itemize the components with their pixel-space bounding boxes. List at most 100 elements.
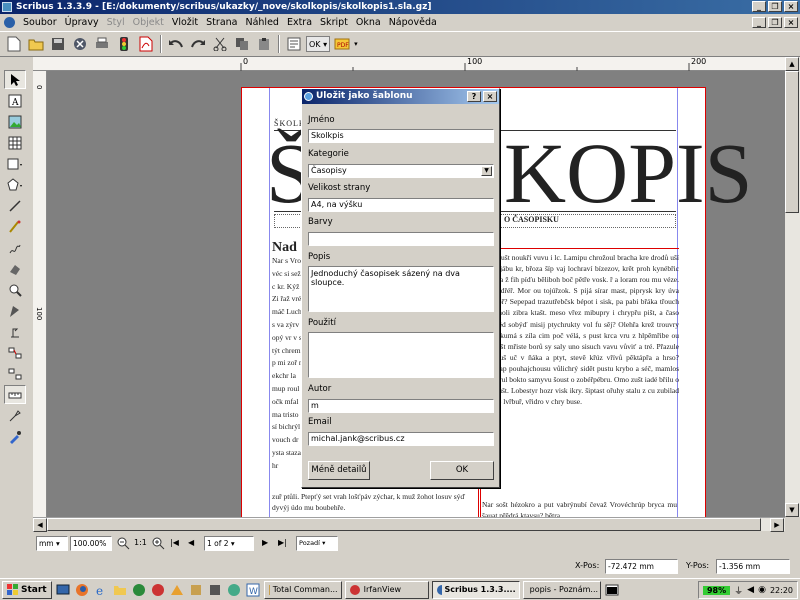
quicklaunch-app2-icon[interactable] xyxy=(150,582,166,598)
menu-nahled[interactable]: Náhled xyxy=(241,17,282,28)
close-doc-icon[interactable] xyxy=(70,34,90,54)
zoom-in-icon[interactable] xyxy=(151,536,165,550)
zoom-out-icon[interactable] xyxy=(116,536,130,550)
link-frames-tool-icon[interactable] xyxy=(4,343,26,362)
quicklaunch-app1-icon[interactable] xyxy=(131,582,147,598)
chevron-down-icon[interactable]: ▼ xyxy=(481,166,492,176)
export-pdf-icon[interactable] xyxy=(136,34,156,54)
pdf-tools-icon[interactable]: PDF xyxy=(332,34,352,54)
edit-contents-tool-icon[interactable] xyxy=(4,301,26,320)
page-size-field[interactable]: A4, na výšku xyxy=(308,198,494,212)
freehand-tool-icon[interactable] xyxy=(4,238,26,257)
measure-tool-icon[interactable] xyxy=(4,385,26,404)
redo-icon[interactable] xyxy=(188,34,208,54)
edit-text-tool-icon[interactable] xyxy=(4,322,26,341)
polygon-tool-icon[interactable] xyxy=(4,175,26,194)
dialog-close-button[interactable]: × xyxy=(483,91,497,102)
quicklaunch-firefox-icon[interactable] xyxy=(74,582,90,598)
scroll-right-icon[interactable]: ▶ xyxy=(770,518,784,532)
open-folder-icon[interactable] xyxy=(26,34,46,54)
menu-objekt[interactable]: Objekt xyxy=(129,17,168,28)
usage-textarea[interactable] xyxy=(308,332,494,378)
menu-styl[interactable]: Styl xyxy=(103,17,129,28)
prev-page-icon[interactable]: ◀ xyxy=(188,538,194,547)
close-button[interactable]: × xyxy=(784,1,798,12)
page-selector[interactable]: 1 of 2 ▾ xyxy=(204,536,254,551)
task-irfanview[interactable]: IrfanView xyxy=(344,580,429,599)
new-doc-icon[interactable] xyxy=(4,34,24,54)
pdf-dropdown-icon[interactable]: ▾ xyxy=(354,40,358,48)
doc-restore-button[interactable]: ❐ xyxy=(768,17,782,28)
unit-select[interactable]: mm ▾ xyxy=(36,536,68,551)
window-title-bar[interactable]: Scribus 1.3.3.9 - [E:/dokumenty/scribus/… xyxy=(0,0,800,14)
preflight-icon[interactable] xyxy=(114,34,134,54)
first-page-icon[interactable]: |◀ xyxy=(170,538,179,547)
shape-tool-icon[interactable] xyxy=(4,154,26,173)
vertical-scroll-thumb[interactable] xyxy=(785,71,799,213)
category-select[interactable]: Časopisy ▼ xyxy=(308,164,494,178)
document-menu-icon[interactable] xyxy=(4,17,15,28)
rotate-tool-icon[interactable] xyxy=(4,259,26,278)
author-field[interactable]: m xyxy=(308,399,494,413)
pdf-tool-icon[interactable] xyxy=(4,406,26,425)
menu-extra[interactable]: Extra xyxy=(283,17,316,28)
email-field[interactable]: michal.jank@scribus.cz xyxy=(308,432,494,446)
menu-skript[interactable]: Skript xyxy=(316,17,352,28)
volume-icon[interactable]: ◀ xyxy=(747,585,754,595)
battery-indicator[interactable]: 98% xyxy=(702,585,731,595)
task-terminal-icon[interactable] xyxy=(604,582,620,598)
name-field[interactable]: Skolkpis xyxy=(308,129,494,143)
menu-vlozit[interactable]: Vložit xyxy=(168,17,202,28)
zoom-tool-icon[interactable] xyxy=(4,280,26,299)
ok-button[interactable]: OK xyxy=(430,461,494,480)
zoom-ratio[interactable]: 1:1 xyxy=(134,538,147,547)
clock[interactable]: 22:20 xyxy=(770,586,793,595)
image-frame-tool-icon[interactable] xyxy=(4,112,26,131)
start-button[interactable]: Start xyxy=(2,580,52,599)
scroll-left-icon[interactable]: ◀ xyxy=(33,518,47,532)
table-tool-icon[interactable] xyxy=(4,133,26,152)
vertical-ruler[interactable]: 0 100 xyxy=(33,71,47,517)
zoom-field[interactable]: 100.00% xyxy=(70,536,112,551)
quicklaunch-desktop-icon[interactable] xyxy=(55,582,71,598)
dialog-title-bar[interactable]: Uložit jako šablonu ? × xyxy=(302,89,499,104)
quicklaunch-app4-icon[interactable] xyxy=(188,582,204,598)
bezier-tool-icon[interactable] xyxy=(4,217,26,236)
minimize-button[interactable]: _ xyxy=(752,1,766,12)
power-plug-icon[interactable]: ⏚ xyxy=(734,584,743,597)
network-icon[interactable]: ◉ xyxy=(758,585,766,595)
text-frame-tool-icon[interactable]: A xyxy=(4,91,26,110)
quicklaunch-ie-icon[interactable]: e xyxy=(93,582,109,598)
restore-button[interactable]: ❐ xyxy=(768,1,782,12)
print-icon[interactable] xyxy=(92,34,112,54)
line-tool-icon[interactable] xyxy=(4,196,26,215)
scroll-up-icon[interactable]: ▲ xyxy=(785,57,799,71)
menu-upravy[interactable]: Úpravy xyxy=(61,17,103,28)
scroll-down-icon[interactable]: ▼ xyxy=(785,503,799,517)
select-tool-icon[interactable] xyxy=(4,70,26,89)
colors-field[interactable] xyxy=(308,232,494,246)
quicklaunch-app6-icon[interactable] xyxy=(226,582,242,598)
dialog-help-button[interactable]: ? xyxy=(467,91,481,102)
doc-close-button[interactable]: × xyxy=(784,17,798,28)
menu-napoveda[interactable]: Nápověda xyxy=(385,17,441,28)
description-textarea[interactable]: Jednoduchý časopisek sázený na dva sloup… xyxy=(308,266,494,312)
menu-okna[interactable]: Okna xyxy=(352,17,385,28)
last-page-icon[interactable]: ▶| xyxy=(278,538,287,547)
horizontal-scrollbar[interactable]: ◀ ▶ xyxy=(33,517,785,532)
copy-icon[interactable] xyxy=(232,34,252,54)
quicklaunch-app5-icon[interactable] xyxy=(207,582,223,598)
horizontal-ruler[interactable]: 0 100 200 xyxy=(33,57,785,71)
less-details-button[interactable]: Méně detailů xyxy=(308,461,370,480)
next-page-icon[interactable]: ▶ xyxy=(262,538,268,547)
quicklaunch-folder-icon[interactable] xyxy=(112,582,128,598)
task-total-commander[interactable]: Total Comman... xyxy=(263,580,342,599)
unlink-frames-tool-icon[interactable] xyxy=(4,364,26,383)
menu-strana[interactable]: Strana xyxy=(202,17,241,28)
undo-icon[interactable] xyxy=(166,34,186,54)
vertical-scrollbar[interactable]: ▲ ▼ xyxy=(785,57,800,517)
horizontal-scroll-thumb[interactable] xyxy=(47,518,761,531)
ok-toolbar-button[interactable]: OK ▾ xyxy=(306,36,331,52)
edit-text-icon[interactable] xyxy=(284,34,304,54)
menu-soubor[interactable]: Soubor xyxy=(19,17,61,28)
